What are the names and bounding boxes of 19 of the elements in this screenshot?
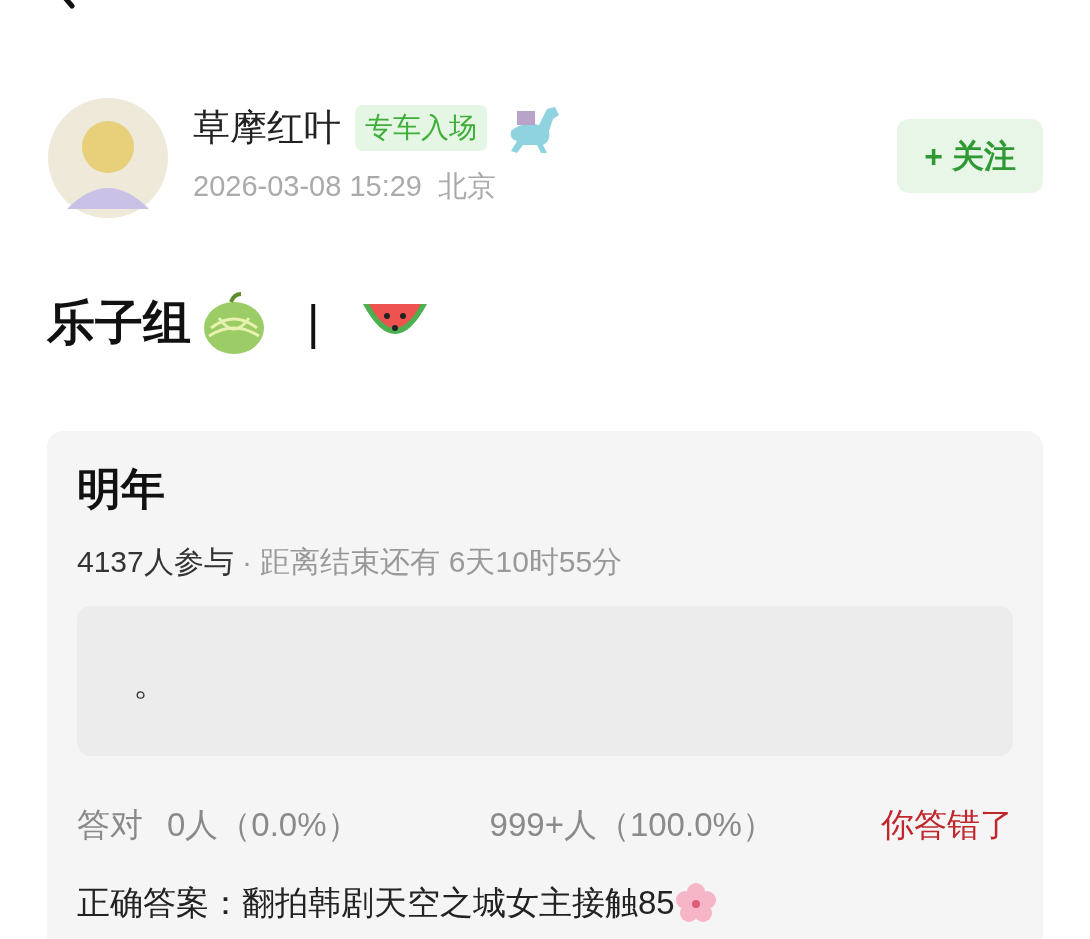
other-count: 999+人（100.0%） xyxy=(489,805,775,846)
separator: | xyxy=(307,295,320,351)
badge: 专车入场 xyxy=(355,105,487,151)
post-time: 2026-03-08 15:29 xyxy=(193,170,422,202)
poll-option[interactable]: 。 xyxy=(77,606,1013,757)
post-location: 北京 xyxy=(438,170,497,202)
result-text: 你答错了 xyxy=(881,805,1013,846)
dot-separator: · xyxy=(242,545,253,579)
flower-icon xyxy=(674,881,717,924)
poll-question: 明年 xyxy=(77,465,166,514)
author-name[interactable]: 草摩红叶 xyxy=(193,105,341,151)
correct-count: 0人（0.0%） xyxy=(167,805,360,846)
participant-count: 4137人参与 xyxy=(77,545,234,579)
post-title: 乐子组 xyxy=(47,295,191,351)
time-remaining: 距离结束还有 6天10时55分 xyxy=(260,545,623,579)
melon-icon xyxy=(201,290,267,356)
correct-label: 答对 xyxy=(77,805,143,846)
option-text: 。 xyxy=(133,662,169,704)
correct-answer: 正确答案：翻拍韩剧天空之城女主接触85 xyxy=(77,882,675,923)
